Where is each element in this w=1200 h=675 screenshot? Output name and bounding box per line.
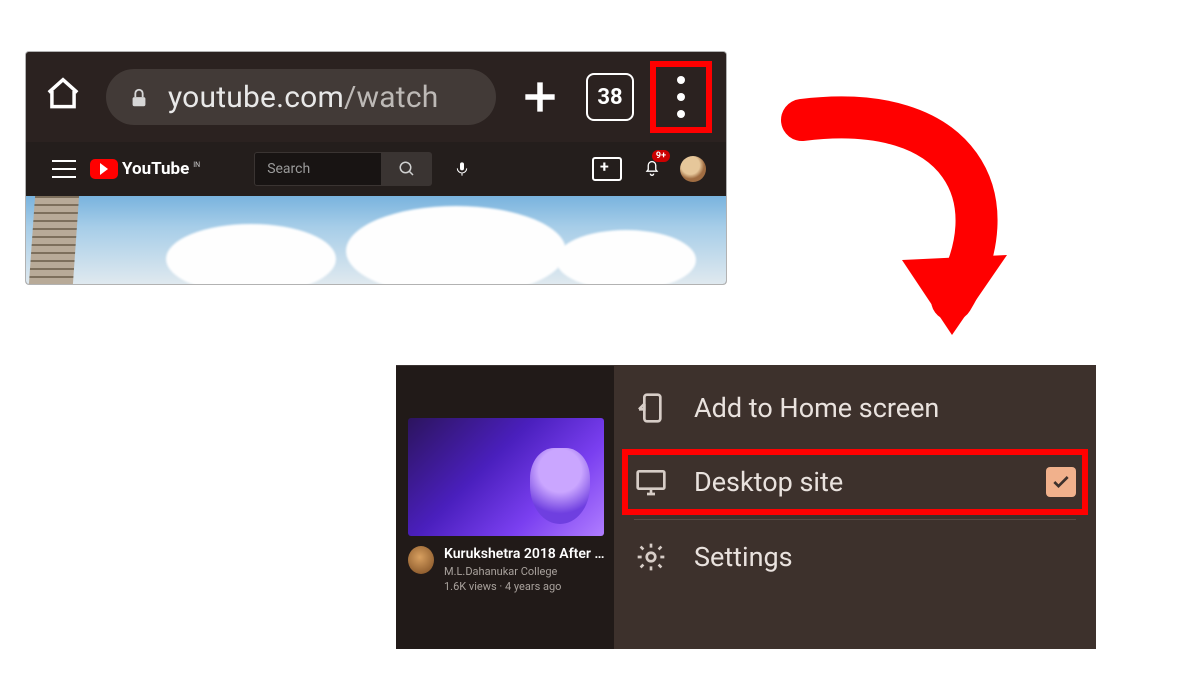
- menu-label: Desktop site: [694, 466, 843, 498]
- hamburger-icon[interactable]: [52, 160, 76, 178]
- new-tab-button[interactable]: [518, 75, 562, 119]
- avatar[interactable]: [680, 156, 706, 182]
- desktop-site-checkbox[interactable]: [1046, 467, 1076, 497]
- video-thumbnail[interactable]: [408, 418, 604, 536]
- lock-icon: [128, 84, 150, 110]
- channel-avatar[interactable]: [408, 546, 434, 574]
- youtube-header: YouTube IN Search 9+: [26, 142, 726, 196]
- annotation-arrow: [742, 80, 1042, 380]
- create-button[interactable]: [592, 157, 622, 181]
- url-host: youtube.com: [168, 80, 344, 115]
- video-title[interactable]: Kurukshetra 2018 After M…: [444, 546, 614, 563]
- highlight-box: [622, 449, 1088, 515]
- search-icon: [398, 160, 416, 178]
- search-placeholder: Search: [267, 161, 310, 177]
- video-stats: 1.6K views · 4 years ago: [444, 580, 614, 593]
- url-path: /watch: [344, 80, 438, 115]
- browser-menu-button[interactable]: [650, 61, 712, 133]
- dot-icon: [677, 93, 685, 101]
- video-player-area: [26, 196, 726, 284]
- youtube-play-icon: [90, 159, 118, 179]
- channel-name[interactable]: M.L.Dahanukar College: [444, 565, 614, 578]
- video-meta: Kurukshetra 2018 After M… M.L.Dahanukar …: [408, 546, 614, 593]
- gear-icon: [634, 540, 668, 574]
- youtube-logo[interactable]: YouTube IN: [90, 159, 200, 179]
- browser-overflow-menu: Add to Home screen Desktop site Settings: [614, 365, 1096, 649]
- home-icon[interactable]: [44, 75, 88, 119]
- menu-label: Add to Home screen: [694, 392, 939, 424]
- dot-icon: [677, 76, 685, 84]
- video-content: [29, 196, 79, 284]
- check-icon: [1051, 472, 1071, 492]
- add-to-home-icon: [634, 391, 668, 425]
- youtube-region: IN: [193, 161, 200, 169]
- browser-screenshot: youtube.com/watch 38 YouTube IN Search: [26, 52, 726, 284]
- background-page: Kurukshetra 2018 After M… M.L.Dahanukar …: [396, 365, 614, 649]
- search-button[interactable]: [382, 152, 432, 186]
- tab-count: 38: [597, 85, 622, 110]
- notification-badge: 9+: [652, 150, 670, 162]
- youtube-brand-text: YouTube: [122, 159, 189, 179]
- browser-menu-screenshot: Kurukshetra 2018 After M… M.L.Dahanukar …: [396, 365, 1096, 649]
- notifications-button[interactable]: 9+: [642, 156, 662, 182]
- tab-switcher-button[interactable]: 38: [586, 73, 634, 121]
- search-input[interactable]: Search: [254, 152, 382, 186]
- menu-item-desktop-site[interactable]: Desktop site: [634, 445, 1076, 520]
- mic-icon: [454, 159, 470, 179]
- desktop-icon: [634, 465, 668, 499]
- menu-label: Settings: [694, 541, 793, 573]
- url-field[interactable]: youtube.com/watch: [106, 69, 496, 125]
- menu-item-settings[interactable]: Settings: [634, 520, 1076, 594]
- menu-item-add-to-home[interactable]: Add to Home screen: [634, 371, 1076, 445]
- voice-search-button[interactable]: [444, 151, 480, 187]
- chrome-address-bar: youtube.com/watch 38: [26, 52, 726, 142]
- dot-icon: [677, 110, 685, 118]
